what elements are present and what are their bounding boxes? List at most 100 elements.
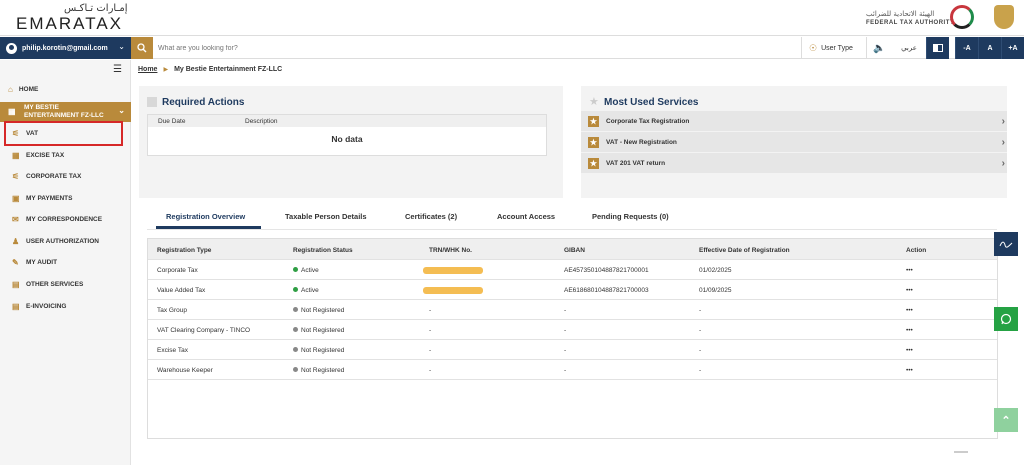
user-avatar-icon (6, 42, 17, 54)
sidebar-item-home[interactable]: ⌂ HOME (8, 85, 38, 94)
cell-effective-date: - (699, 347, 702, 354)
cell-trn-redacted: 104507821700001 (423, 267, 484, 274)
sidebar-item-vat[interactable]: ⚟ VAT (12, 129, 39, 138)
home-icon: ⌂ (8, 85, 13, 94)
sidebar-item-e-invoicing[interactable]: ▤ E-INVOICING (12, 302, 66, 311)
vat-highlight-box (4, 121, 123, 146)
tab-registration-overview[interactable]: Registration Overview (166, 204, 245, 221)
sidebar-item-other-services[interactable]: ▤ OTHER SERVICES (12, 280, 84, 289)
speaker-icon: 🔈 (873, 42, 886, 54)
fta-logo-icon (950, 5, 974, 29)
table-row: Excise Tax Not Registered - - - ••• (148, 340, 997, 360)
chevron-right-icon: › (1001, 136, 1005, 148)
sidebar-item-label: EXCISE TAX (26, 152, 65, 159)
row-actions-button[interactable]: ••• (906, 267, 913, 274)
cell-giban: - (564, 367, 567, 374)
sidebar-item-label: OTHER SERVICES (26, 281, 84, 288)
font-normal-button[interactable]: A (978, 37, 1001, 59)
service-link-corporate-tax-registration[interactable]: ★ Corporate Tax Registration › (581, 111, 1007, 131)
user-authorization-icon: ♟ (12, 237, 20, 246)
service-link-vat-new-registration[interactable]: ★ VAT - New Registration › (581, 132, 1007, 152)
user-menu[interactable]: philip.korotin@gmail.com ⌄ (0, 37, 131, 59)
sidebar-item-label: MY CORRESPONDENCE (26, 216, 103, 223)
cell-status: Not Registered (293, 326, 345, 334)
registration-table: Registration Type Registration Status TR… (147, 238, 998, 439)
cell-trn: - (429, 367, 432, 374)
sidebar-item-label: VAT (26, 130, 39, 137)
row-actions-button[interactable]: ••• (906, 307, 913, 314)
cell-effective-date: - (699, 367, 702, 374)
star-icon: ★ (588, 136, 599, 148)
status-text: Not Registered (301, 327, 345, 334)
search-input[interactable] (158, 40, 758, 56)
vat-icon: ⚟ (12, 129, 20, 138)
service-label: Corporate Tax Registration (606, 117, 690, 125)
status-not-registered-dot (293, 366, 298, 372)
sidebar-item-my-correspondence[interactable]: ✉ MY CORRESPONDENCE (12, 215, 103, 224)
font-decrease-button[interactable]: -A (955, 37, 978, 59)
tab-certificates[interactable]: Certificates (2) (405, 204, 457, 221)
status-active-dot (293, 266, 298, 272)
font-increase-button[interactable]: +A (1001, 37, 1024, 59)
row-actions-button[interactable]: ••• (906, 287, 913, 294)
user-type-selector[interactable]: ☉ User Type (801, 37, 861, 59)
status-not-registered-dot (293, 326, 298, 332)
search-button[interactable] (131, 37, 153, 59)
main-content: Home ▶ My Bestie Entertainment FZ-LLC Re… (131, 60, 1024, 465)
user-type-label: User Type (821, 44, 853, 52)
status-not-registered-dot (293, 346, 298, 352)
row-actions-button[interactable]: ••• (906, 327, 913, 334)
language-toggle[interactable]: عربي (894, 37, 924, 59)
scroll-to-top-button[interactable]: ⌃ (994, 408, 1018, 432)
signature-icon (999, 241, 1013, 248)
column-header-action: Action (906, 247, 927, 254)
table-row: Value Added Tax Active 104887821700003 A… (148, 280, 997, 300)
whatsapp-button[interactable] (994, 307, 1018, 331)
table-row: Tax Group Not Registered - - - ••• (148, 300, 997, 320)
breadcrumb-home-link[interactable]: Home (138, 66, 157, 73)
cell-effective-date: - (699, 327, 702, 334)
logo-emaratax[interactable]: EMARATAX (16, 14, 123, 34)
sidebar-item-corporate-tax[interactable]: ⚟ CORPORATE TAX (12, 172, 81, 181)
text-to-speech-button[interactable]: 🔈 (866, 37, 892, 59)
site-header: إمـارات تـاكـس EMARATAX الهيئة الاتحادية… (0, 0, 1024, 36)
cell-trn: - (429, 307, 432, 314)
feedback-button[interactable] (994, 232, 1018, 256)
breadcrumb: Home ▶ My Bestie Entertainment FZ-LLC (138, 66, 282, 73)
empty-state-text: No data (331, 134, 363, 144)
user-email: philip.korotin@gmail.com (22, 44, 108, 52)
sidebar-item-label: MY PAYMENTS (26, 195, 73, 202)
required-actions-icon (147, 97, 157, 107)
scroll-indicator (954, 451, 968, 453)
most-used-services-title: Most Used Services (604, 97, 699, 108)
search-icon (137, 43, 147, 53)
table-row: VAT Clearing Company - TINCO Not Registe… (148, 320, 997, 340)
tab-pending-requests[interactable]: Pending Requests (0) (592, 204, 669, 221)
cell-giban: AE457350104887821700001 (564, 267, 649, 274)
uae-emblem-icon (994, 5, 1014, 29)
sidebar-item-my-audit[interactable]: ✎ MY AUDIT (12, 258, 57, 267)
row-actions-button[interactable]: ••• (906, 367, 913, 374)
whatsapp-icon (1000, 313, 1012, 325)
sidebar-item-user-authorization[interactable]: ♟ USER AUTHORIZATION (12, 237, 99, 246)
tab-taxable-person-details[interactable]: Taxable Person Details (285, 204, 367, 221)
contrast-button[interactable] (926, 37, 949, 59)
menu-toggle-icon[interactable]: ☰ (113, 64, 122, 75)
status-text: Active (301, 267, 319, 274)
service-link-vat-201-return[interactable]: ★ VAT 201 VAT return › (581, 153, 1007, 173)
sidebar-entity-selector[interactable]: ▦ MY BESTIE ENTERTAINMENT FZ-LLC ⌄ (0, 102, 131, 122)
service-label: VAT 201 VAT return (606, 159, 666, 167)
audit-icon: ✎ (12, 258, 19, 267)
sidebar: ☰ ⌂ HOME ▦ MY BESTIE ENTERTAINMENT FZ-LL… (0, 60, 131, 465)
tab-account-access[interactable]: Account Access (497, 204, 555, 221)
row-actions-button[interactable]: ••• (906, 347, 913, 354)
entity-name-line1: MY BESTIE (24, 104, 59, 111)
cell-registration-type: Corporate Tax (157, 267, 198, 274)
column-header-registration-status: Registration Status (293, 247, 353, 254)
cell-giban: - (564, 347, 567, 354)
sidebar-item-excise-tax[interactable]: ▦ EXCISE TAX (12, 151, 65, 160)
status-not-registered-dot (293, 306, 298, 312)
cell-registration-type: Tax Group (157, 307, 187, 314)
sidebar-item-my-payments[interactable]: ▣ MY PAYMENTS (12, 194, 73, 203)
cell-trn-redacted: 104887821700003 (423, 287, 484, 294)
